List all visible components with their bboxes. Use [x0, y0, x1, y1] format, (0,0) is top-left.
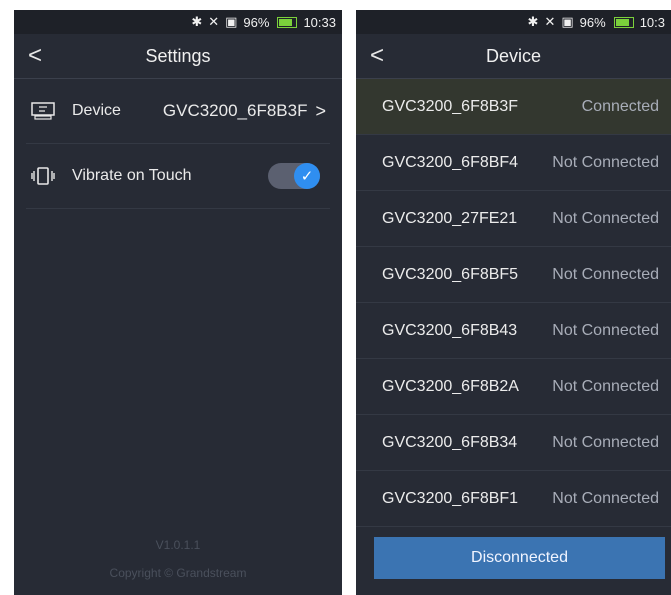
vibrate-setting-row: Vibrate on Touch ✓ — [26, 144, 330, 209]
chevron-right-icon: > — [315, 100, 326, 121]
device-name: GVC3200_6F8BF1 — [382, 489, 519, 507]
sim-icon: ▣ — [561, 14, 574, 29]
battery-percent: 96% — [243, 14, 270, 30]
device-screen: ✱ ✕ ▣ 96% 10:3 < Device GVC3200_6F8B3F C… — [356, 10, 671, 595]
device-state: Not Connected — [552, 377, 659, 395]
checkmark-icon: ✓ — [294, 163, 320, 189]
mute-icon: ✕ — [544, 14, 556, 29]
device-row[interactable]: GVC3200_6F8B2A Not Connected — [356, 359, 671, 415]
device-row[interactable]: GVC3200_6F8BF1 Not Connected — [356, 471, 671, 527]
device-row[interactable]: GVC3200_6F8B34 Not Connected — [356, 415, 671, 471]
device-label: Device — [72, 102, 121, 119]
back-icon[interactable]: < — [370, 42, 384, 70]
status-bar: ✱ ✕ ▣ 96% 10:33 — [14, 10, 342, 34]
device-name: GVC3200_6F8B3F — [382, 97, 519, 115]
sim-icon: ▣ — [225, 14, 238, 29]
device-name: GVC3200_27FE21 — [382, 209, 518, 227]
status-bar: ✱ ✕ ▣ 96% 10:3 — [356, 10, 671, 34]
device-list: GVC3200_6F8B3F Connected GVC3200_6F8BF4 … — [356, 79, 671, 527]
vibrate-label: Vibrate on Touch — [72, 167, 192, 184]
device-row[interactable]: GVC3200_6F8BF4 Not Connected — [356, 135, 671, 191]
device-icon — [30, 101, 56, 121]
device-name: GVC3200_6F8B43 — [382, 321, 518, 339]
device-name: GVC3200_6F8B34 — [382, 433, 518, 451]
device-row[interactable]: GVC3200_6F8B43 Not Connected — [356, 303, 671, 359]
title-bar: < Device — [356, 34, 671, 79]
bluetooth-icon: ✱ — [527, 14, 539, 29]
battery-percent: 96% — [579, 14, 606, 30]
device-row[interactable]: GVC3200_27FE21 Not Connected — [356, 191, 671, 247]
device-state: Not Connected — [552, 153, 659, 171]
device-name: GVC3200_6F8B2A — [382, 377, 519, 395]
device-name: GVC3200_6F8BF5 — [382, 265, 519, 283]
version-text: V1.0.1.1 — [155, 538, 201, 552]
mute-icon: ✕ — [208, 14, 220, 29]
device-row[interactable]: GVC3200_6F8B3F Connected — [356, 79, 671, 135]
settings-screen: ✱ ✕ ▣ 96% 10:33 < Settings Device GVC320… — [14, 10, 342, 595]
battery-icon — [613, 16, 634, 28]
disconnect-button[interactable]: Disconnected — [374, 537, 665, 579]
vibrate-icon — [30, 166, 56, 186]
device-state: Not Connected — [552, 433, 659, 451]
device-state: Not Connected — [552, 321, 659, 339]
page-title: Device — [485, 45, 542, 66]
battery-icon — [277, 16, 298, 28]
device-state: Connected — [581, 97, 659, 115]
device-value: GVC3200_6F8B3F — [162, 101, 308, 120]
vibrate-toggle[interactable]: ✓ — [268, 163, 320, 189]
device-state: Not Connected — [552, 265, 659, 283]
device-state: Not Connected — [552, 489, 659, 507]
device-setting-row[interactable]: Device GVC3200_6F8B3F > — [26, 79, 330, 144]
status-time: 10:3 — [639, 14, 665, 30]
title-bar: < Settings — [14, 34, 342, 79]
device-state: Not Connected — [552, 209, 659, 227]
copyright-text: Copyright © Grandstream — [109, 566, 247, 580]
device-row[interactable]: GVC3200_6F8BF5 Not Connected — [356, 247, 671, 303]
page-title: Settings — [145, 45, 211, 66]
device-name: GVC3200_6F8BF4 — [382, 153, 519, 171]
bluetooth-icon: ✱ — [191, 14, 203, 29]
back-icon[interactable]: < — [28, 42, 42, 70]
status-time: 10:33 — [303, 14, 336, 30]
